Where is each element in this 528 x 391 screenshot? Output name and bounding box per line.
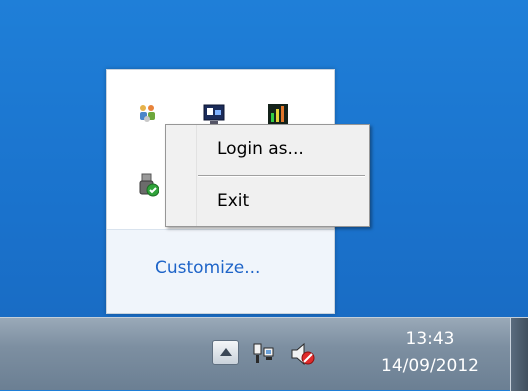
- equalizer-app-icon[interactable]: [267, 103, 289, 125]
- show-hidden-icons-button[interactable]: [212, 340, 239, 365]
- flyout-footer: Customize...: [107, 229, 334, 313]
- show-desktop-button[interactable]: [510, 318, 528, 391]
- system-clock[interactable]: 13:43 14/09/2012: [360, 326, 500, 380]
- clock-date: 14/09/2012: [381, 356, 479, 376]
- menu-separator: [198, 175, 365, 177]
- people-app-icon[interactable]: [137, 103, 159, 125]
- usb-device-safe-icon[interactable]: [137, 173, 160, 197]
- volume-muted-icon[interactable]: [290, 342, 315, 366]
- clock-time: 13:43: [405, 329, 455, 349]
- menu-item-exit[interactable]: Exit: [168, 183, 367, 223]
- monitor-app-icon[interactable]: [203, 103, 225, 125]
- customize-link[interactable]: Customize...: [155, 258, 260, 278]
- menu-item-login-as[interactable]: Login as...: [168, 131, 367, 171]
- tray-context-menu: Login as... Exit: [165, 124, 370, 227]
- menu-item-label: Exit: [217, 191, 250, 211]
- taskbar: 13:43 14/09/2012: [0, 317, 528, 391]
- menu-item-label: Login as...: [217, 139, 304, 159]
- network-icon[interactable]: [252, 342, 274, 364]
